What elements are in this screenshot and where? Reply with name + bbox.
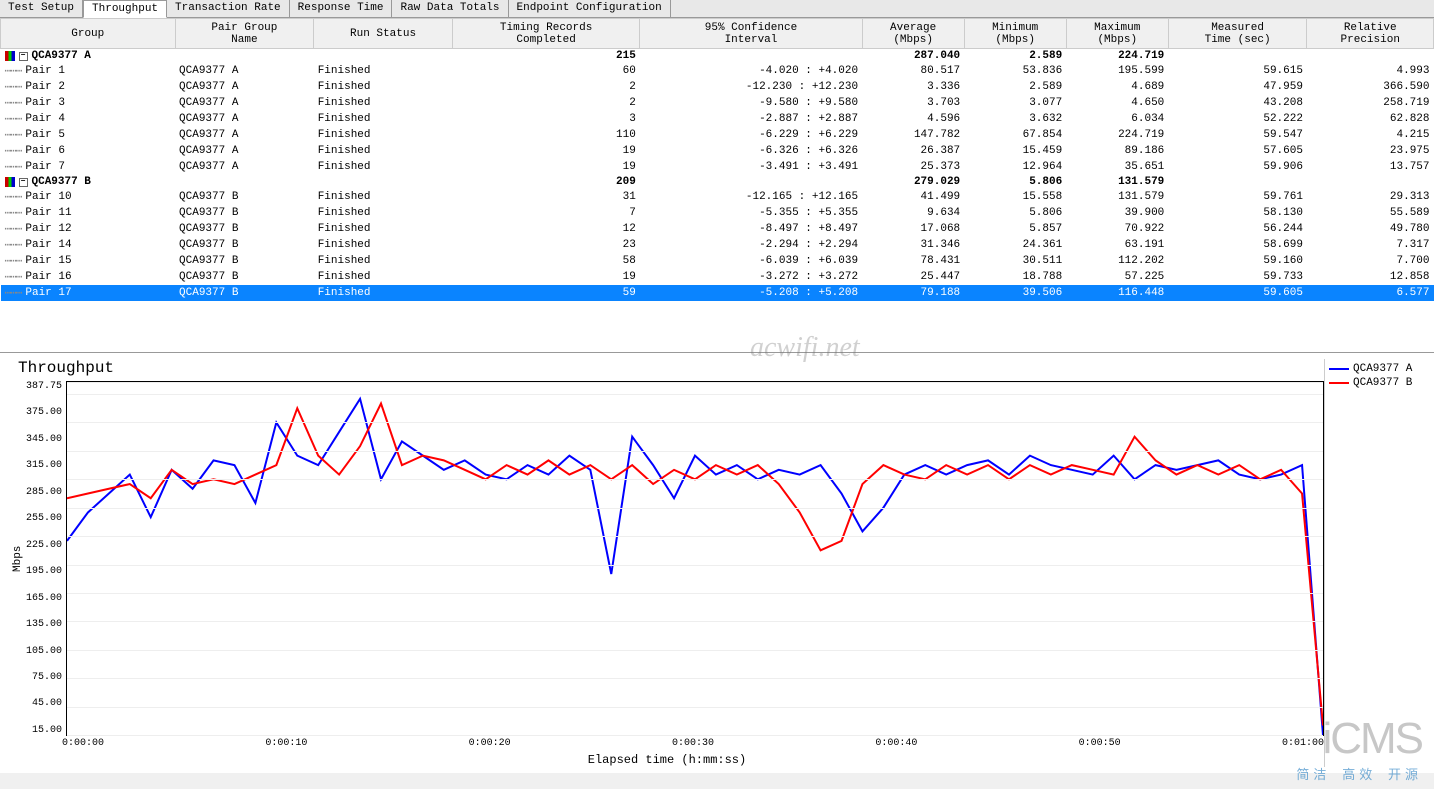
column-header[interactable]: Timing Records Completed: [452, 19, 639, 49]
collapse-icon[interactable]: −: [19, 52, 28, 61]
tab-raw-data-totals[interactable]: Raw Data Totals: [392, 0, 508, 17]
tab-bar: Test SetupThroughputTransaction RateResp…: [0, 0, 1434, 18]
results-grid[interactable]: GroupPair Group NameRun StatusTiming Rec…: [0, 18, 1434, 353]
table-row[interactable]: ⋯⋯⋯ Pair 6QCA9377 AFinished19-6.326 : +6…: [1, 143, 1434, 159]
collapse-icon[interactable]: −: [19, 178, 28, 187]
table-row[interactable]: ⋯⋯⋯ Pair 14QCA9377 BFinished23-2.294 : +…: [1, 237, 1434, 253]
tab-endpoint-configuration[interactable]: Endpoint Configuration: [509, 0, 671, 17]
x-axis-label: Elapsed time (h:mm:ss): [10, 749, 1324, 767]
column-header[interactable]: Group: [1, 19, 176, 49]
column-header[interactable]: Maximum (Mbps): [1066, 19, 1168, 49]
series-line: [67, 399, 1323, 735]
group-row[interactable]: − QCA9377 B209279.0295.806131.579: [1, 175, 1434, 189]
tab-transaction-rate[interactable]: Transaction Rate: [167, 0, 290, 17]
table-row[interactable]: ⋯⋯⋯ Pair 10QCA9377 BFinished31-12.165 : …: [1, 189, 1434, 205]
table-row[interactable]: ⋯⋯⋯ Pair 17QCA9377 BFinished59-5.208 : +…: [1, 285, 1434, 301]
chart-icon: [5, 177, 15, 187]
tab-test-setup[interactable]: Test Setup: [0, 0, 83, 17]
legend-item: QCA9377 B: [1329, 377, 1420, 389]
table-row[interactable]: ⋯⋯⋯ Pair 7QCA9377 AFinished19-3.491 : +3…: [1, 159, 1434, 175]
y-axis-label: Mbps: [10, 381, 26, 736]
column-header[interactable]: Measured Time (sec): [1168, 19, 1307, 49]
group-row[interactable]: − QCA9377 A215287.0402.589224.719: [1, 49, 1434, 64]
tab-response-time[interactable]: Response Time: [290, 0, 393, 17]
table-row[interactable]: ⋯⋯⋯ Pair 11QCA9377 BFinished7-5.355 : +5…: [1, 205, 1434, 221]
chart-title: Throughput: [18, 359, 1324, 377]
table-row[interactable]: ⋯⋯⋯ Pair 16QCA9377 BFinished19-3.272 : +…: [1, 269, 1434, 285]
column-header[interactable]: Run Status: [314, 19, 453, 49]
chart-legend: QCA9377 A QCA9377 B: [1324, 359, 1424, 767]
column-header[interactable]: Average (Mbps): [862, 19, 964, 49]
table-row[interactable]: ⋯⋯⋯ Pair 2QCA9377 AFinished2-12.230 : +1…: [1, 79, 1434, 95]
table-row[interactable]: ⋯⋯⋯ Pair 15QCA9377 BFinished58-6.039 : +…: [1, 253, 1434, 269]
table-row[interactable]: ⋯⋯⋯ Pair 1QCA9377 AFinished60-4.020 : +4…: [1, 63, 1434, 79]
plot-area[interactable]: [66, 381, 1324, 736]
table-row[interactable]: ⋯⋯⋯ Pair 5QCA9377 AFinished110-6.229 : +…: [1, 127, 1434, 143]
legend-item: QCA9377 A: [1329, 363, 1420, 375]
chart-panel: Throughput Mbps 387.75375.00345.00315.00…: [0, 353, 1434, 773]
table-row[interactable]: ⋯⋯⋯ Pair 3QCA9377 AFinished2-9.580 : +9.…: [1, 95, 1434, 111]
column-header[interactable]: Relative Precision: [1307, 19, 1434, 49]
chart-icon: [5, 51, 15, 61]
table-row[interactable]: ⋯⋯⋯ Pair 12QCA9377 BFinished12-8.497 : +…: [1, 221, 1434, 237]
y-ticks: 387.75375.00345.00315.00285.00255.00225.…: [26, 381, 66, 736]
column-header[interactable]: Pair Group Name: [175, 19, 314, 49]
tab-throughput[interactable]: Throughput: [83, 0, 167, 18]
column-header[interactable]: Minimum (Mbps): [964, 19, 1066, 49]
x-ticks: 0:00:000:00:100:00:200:00:300:00:400:00:…: [10, 736, 1324, 749]
table-row[interactable]: ⋯⋯⋯ Pair 4QCA9377 AFinished3-2.887 : +2.…: [1, 111, 1434, 127]
column-header[interactable]: 95% Confidence Interval: [640, 19, 862, 49]
